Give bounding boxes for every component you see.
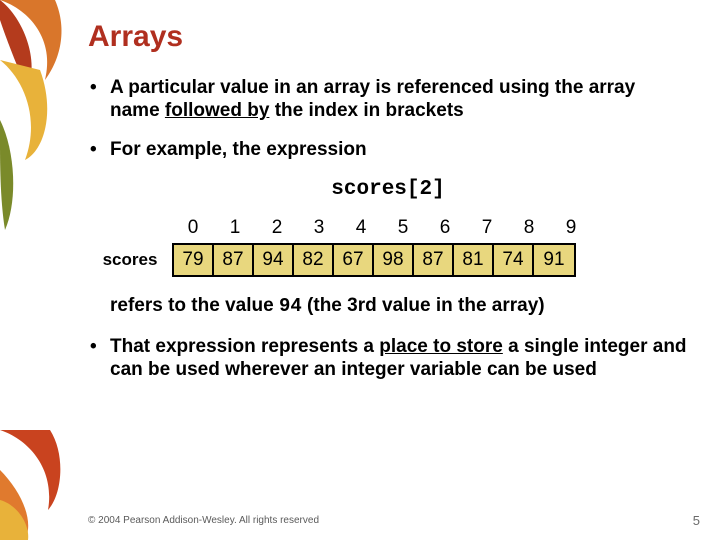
copyright-footer: © 2004 Pearson Addison-Wesley. All right… — [88, 515, 319, 526]
bullet-3: That expression represents a place to st… — [88, 335, 688, 381]
page-number: 5 — [693, 513, 700, 528]
array-cell: 87 — [414, 245, 454, 275]
array-diagram: . 0 1 2 3 4 5 6 7 8 9 scores 79 87 94 82… — [88, 215, 688, 277]
array-cell: 81 — [454, 245, 494, 275]
array-values: 79 87 94 82 67 98 87 81 74 91 — [172, 243, 576, 277]
bullet-1-post: the index in brackets — [269, 100, 463, 121]
array-index: 8 — [508, 215, 550, 243]
array-cell: 79 — [174, 245, 214, 275]
bullet-1-underline: followed by — [165, 100, 270, 121]
array-cell: 74 — [494, 245, 534, 275]
array-cell: 98 — [374, 245, 414, 275]
array-cell: 67 — [334, 245, 374, 275]
leaf-decoration — [0, 0, 70, 540]
bullet-3-underline: place to store — [379, 336, 503, 357]
array-cell: 82 — [294, 245, 334, 275]
slide-title: Arrays — [88, 20, 688, 54]
refers-text: refers to the value 94 (the 3rd value in… — [110, 295, 688, 317]
array-cell: 91 — [534, 245, 574, 275]
array-index: 1 — [214, 215, 256, 243]
bullet-2: For example, the expression — [88, 138, 688, 161]
array-index: 2 — [256, 215, 298, 243]
array-index: 7 — [466, 215, 508, 243]
array-index: 9 — [550, 215, 592, 243]
array-index: 4 — [340, 215, 382, 243]
array-index: 6 — [424, 215, 466, 243]
array-index: 3 — [298, 215, 340, 243]
bullet-3-pre: That expression represents a — [110, 336, 379, 357]
refers-code: 94 — [279, 295, 302, 317]
array-cell: 94 — [254, 245, 294, 275]
refers-post: (the 3rd value in the array) — [302, 295, 545, 316]
array-label: scores — [88, 250, 172, 270]
array-cell: 87 — [214, 245, 254, 275]
array-index: 0 — [172, 215, 214, 243]
refers-pre: refers to the value — [110, 295, 279, 316]
code-expression: scores[2] — [88, 178, 688, 201]
bullet-1: A particular value in an array is refere… — [88, 76, 688, 122]
array-index: 5 — [382, 215, 424, 243]
